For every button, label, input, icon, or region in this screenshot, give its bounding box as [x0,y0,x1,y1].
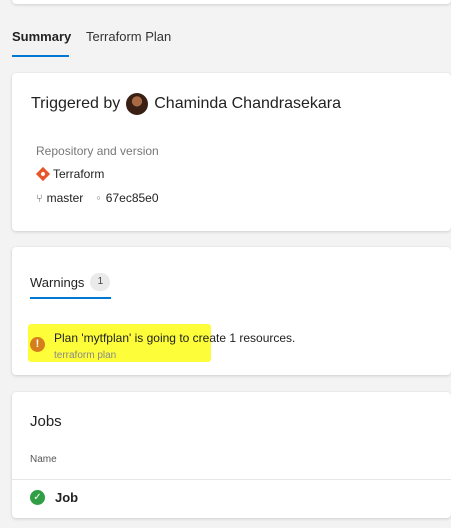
triggered-user[interactable]: Chaminda Chandrasekara [154,95,341,113]
repo-name: Terraform [53,167,105,181]
warnings-count-badge: 1 [90,273,111,291]
version-row: ⑂ master ◦ 67ec85e0 [36,191,159,205]
repo-link[interactable]: Terraform [35,166,105,182]
branch-icon: ⑂ [36,191,43,205]
warnings-label: Warnings [30,274,85,290]
commit-icon: ◦ [95,191,102,205]
warning-icon: ! [30,337,45,352]
triggered-heading: Triggered by Chaminda Chandrasekara [31,93,341,115]
previous-card [12,0,451,4]
tab-warnings[interactable]: Warnings 1 [30,273,111,291]
job-name: Job [55,490,79,505]
jobs-card: Jobs Name ✓ Job [12,392,451,518]
success-check-icon: ✓ [30,490,45,505]
warnings-card: Warnings 1 ! Plan 'mytfplan' is going to… [12,247,451,375]
warning-message: Plan 'mytfplan' is going to create 1 res… [54,331,296,345]
jobs-title: Jobs [30,413,62,430]
git-repo-icon [35,166,51,182]
avatar [126,93,149,115]
repo-version-label: Repository and version [36,144,159,158]
branch-name[interactable]: master [47,191,84,205]
commit-id[interactable]: 67ec85e0 [106,191,159,205]
triggered-prefix: Triggered by [31,95,121,112]
warnings-tab-indicator [30,297,111,299]
divider [12,479,451,480]
triggered-card: Triggered by Chaminda Chandrasekara Repo… [12,73,451,231]
jobs-column-name: Name [30,454,57,465]
job-row[interactable]: ✓ Job [30,490,78,505]
tab-terraform-plan[interactable]: Terraform Plan [86,26,171,59]
active-tab-indicator [12,55,69,57]
warning-source: terraform plan [54,350,117,361]
